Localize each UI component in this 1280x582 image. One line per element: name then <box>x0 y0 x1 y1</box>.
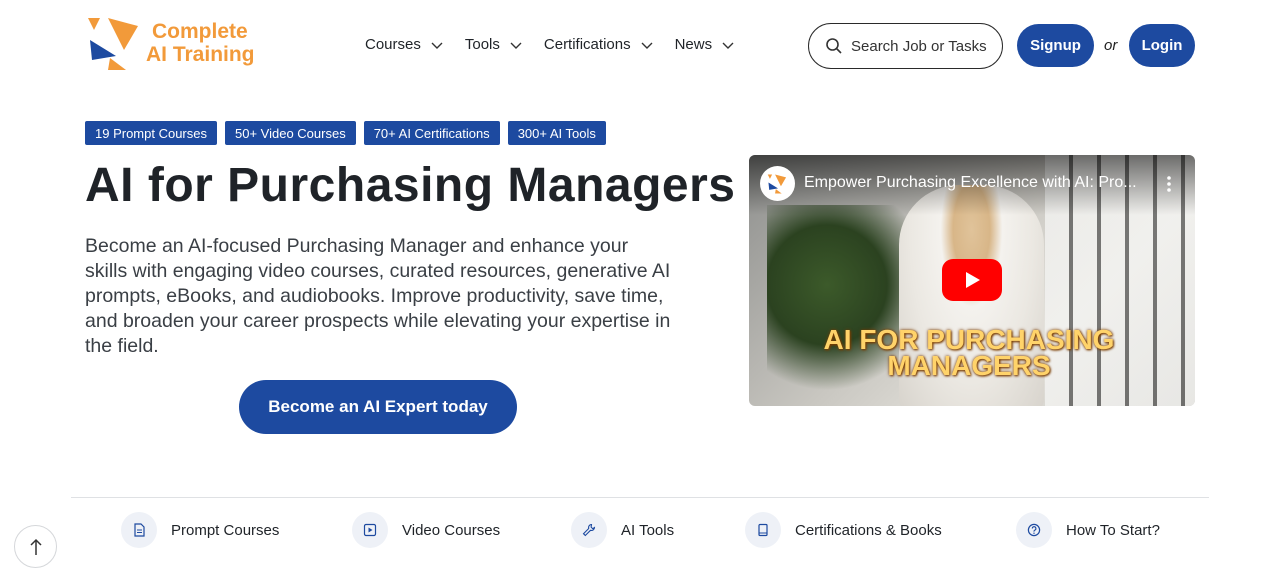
chevron-down-icon <box>641 42 653 49</box>
nav-courses-label: Courses <box>365 36 421 53</box>
bottom-nav-how-to-start[interactable]: How To Start? <box>1016 512 1160 548</box>
page-title: AI for Purchasing Managers <box>85 159 736 212</box>
nav-news-label: News <box>674 36 713 53</box>
chevron-down-icon <box>510 42 522 49</box>
chevron-down-icon <box>722 42 734 49</box>
scroll-to-top-button[interactable] <box>14 525 57 568</box>
channel-logo[interactable] <box>760 166 795 201</box>
nav-certifications-label: Certifications <box>543 36 631 53</box>
brand-name: Complete AI Training <box>146 20 255 66</box>
bottom-nav-video-courses[interactable]: Video Courses <box>352 512 500 548</box>
book-icon <box>745 512 781 548</box>
bottom-nav-label: Certifications & Books <box>795 521 942 539</box>
nav-news[interactable]: News <box>675 36 735 53</box>
or-text: or <box>1104 37 1118 54</box>
search-box[interactable]: Search Job or Tasks <box>808 23 1003 69</box>
badge-certifications[interactable]: 70+ AI Certifications <box>363 121 500 145</box>
nav-tools-label: Tools <box>464 36 500 53</box>
document-icon <box>121 512 157 548</box>
brand-line2: AI Training <box>146 43 255 66</box>
search-icon <box>826 38 842 54</box>
section-divider <box>71 497 1209 498</box>
overlay-line2: MANAGERS <box>887 350 1051 381</box>
video-title[interactable]: Empower Purchasing Excellence with AI: P… <box>804 174 1137 192</box>
video-player[interactable]: Empower Purchasing Excellence with AI: P… <box>749 155 1195 406</box>
video-overlay-text: AI FOR PURCHASING MANAGERS <box>749 326 1189 381</box>
nav-certifications[interactable]: Certifications <box>544 36 653 53</box>
bottom-nav-label: AI Tools <box>621 521 675 539</box>
badge-video-courses[interactable]: 50+ Video Courses <box>225 121 356 145</box>
search-placeholder: Search Job or Tasks <box>851 37 987 55</box>
bottom-nav-ai-tools[interactable]: AI Tools <box>571 512 674 548</box>
play-icon <box>966 272 980 288</box>
wrench-icon <box>571 512 607 548</box>
stats-badges: 19 Prompt Courses 50+ Video Courses 70+ … <box>85 121 606 145</box>
logo-mark-icon <box>88 18 138 70</box>
arrow-up-icon <box>29 538 42 555</box>
brand-line1: Complete <box>152 20 248 43</box>
login-button[interactable]: Login <box>1129 24 1195 67</box>
cta-button[interactable]: Become an AI Expert today <box>239 380 517 434</box>
question-icon <box>1016 512 1052 548</box>
badge-prompt-courses[interactable]: 19 Prompt Courses <box>85 121 217 145</box>
bottom-nav-label: Prompt Courses <box>171 521 280 539</box>
bottom-nav-prompt-courses[interactable]: Prompt Courses <box>121 512 279 548</box>
nav-courses[interactable]: Courses <box>365 36 443 53</box>
chevron-down-icon <box>431 42 443 49</box>
nav-tools[interactable]: Tools <box>465 36 522 53</box>
hero-description: Become an AI-focused Purchasing Manager … <box>85 235 671 357</box>
bottom-nav-certifications-books[interactable]: Certifications & Books <box>745 512 942 548</box>
play-square-icon <box>352 512 388 548</box>
site-logo[interactable]: Complete AI Training <box>86 16 276 72</box>
bottom-nav-label: Video Courses <box>402 521 501 539</box>
channel-logo-icon <box>767 173 786 194</box>
more-options-icon[interactable] <box>1167 176 1171 192</box>
signup-button[interactable]: Signup <box>1017 24 1094 67</box>
main-nav: Courses Tools Certifications News <box>365 36 756 53</box>
bottom-nav-label: How To Start? <box>1066 521 1160 539</box>
play-button[interactable] <box>942 259 1002 301</box>
badge-tools[interactable]: 300+ AI Tools <box>507 121 606 145</box>
